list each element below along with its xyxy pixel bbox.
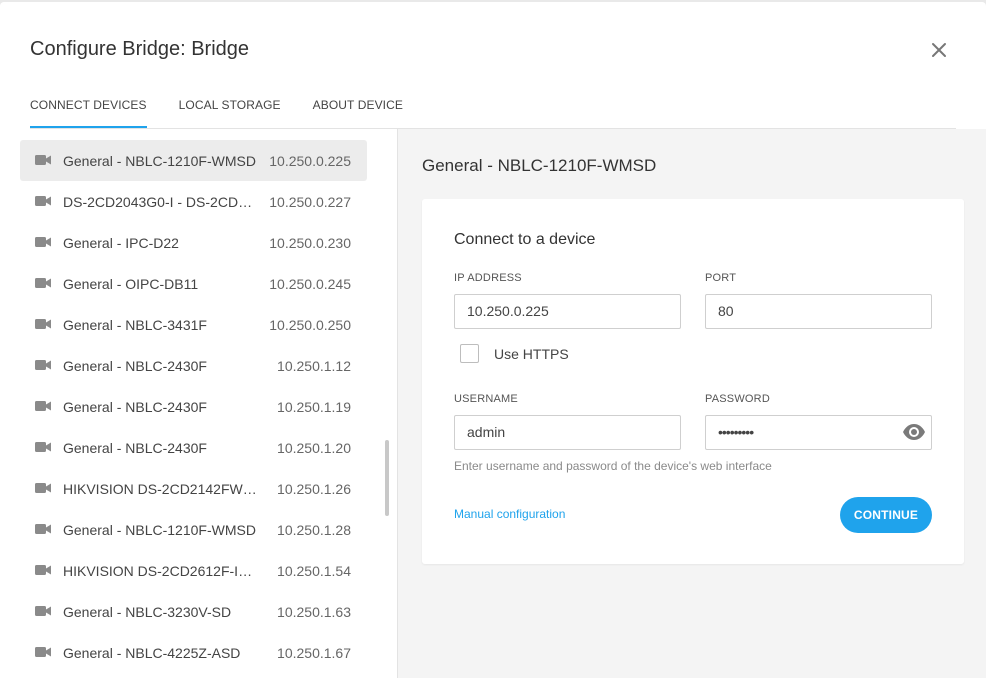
port-field[interactable]: 80 — [705, 294, 932, 329]
device-name: General - NBLC-1210F-WMSD — [63, 152, 256, 169]
device-ip: 10.250.1.26 — [277, 480, 351, 497]
device-list-item[interactable]: HIKVISION DS-2CD2142FWD-… 10.250.1.26 — [20, 468, 367, 509]
username-label: USERNAME — [454, 393, 518, 405]
camera-icon — [35, 319, 51, 329]
use-https-label: Use HTTPS — [494, 346, 569, 362]
port-label: PORT — [705, 272, 737, 284]
tab-bar: CONNECT DEVICES LOCAL STORAGE ABOUT DEVI… — [30, 98, 435, 129]
camera-icon — [35, 155, 51, 165]
device-list-item[interactable]: General - NBLC-2430F 10.250.1.20 — [20, 427, 367, 468]
camera-icon — [35, 524, 51, 534]
tab-about-device[interactable]: ABOUT DEVICE — [313, 98, 403, 129]
camera-icon — [35, 196, 51, 206]
eye-icon[interactable] — [902, 423, 926, 441]
tab-connect-devices[interactable]: CONNECT DEVICES — [30, 98, 147, 129]
device-list-item[interactable]: General - IPC-D22 10.250.0.230 — [20, 222, 367, 263]
camera-icon — [35, 606, 51, 616]
ip-address-label: IP ADDRESS — [454, 272, 522, 284]
card-title: Connect to a device — [454, 231, 596, 248]
device-ip: 10.250.0.227 — [269, 193, 351, 210]
device-name: General - NBLC-3230V-SD — [63, 603, 232, 620]
device-name: General - NBLC-3431F — [63, 316, 207, 333]
device-list-item[interactable]: General - NBLC-2430F 10.250.1.19 — [20, 386, 367, 427]
camera-icon — [35, 237, 51, 247]
device-name: General - NBLC-2430F — [63, 439, 207, 456]
use-https-checkbox[interactable] — [460, 344, 479, 363]
credentials-hint: Enter username and password of the devic… — [454, 459, 772, 473]
device-name: HIKVISION DS-2CD2612F-IS - … — [63, 562, 259, 579]
camera-icon — [35, 401, 51, 411]
device-name: HIKVISION DS-2CD2142FWD-… — [63, 480, 259, 497]
device-ip: 10.250.1.54 — [277, 562, 351, 579]
device-detail-pane: General - NBLC-1210F-WMSD Connect to a d… — [398, 129, 986, 678]
continue-button[interactable]: CONTINUE — [840, 497, 932, 533]
device-name: General - NBLC-1210F-WMSD — [63, 521, 256, 538]
device-list-scrollbar[interactable] — [385, 440, 389, 516]
camera-icon — [35, 278, 51, 288]
device-name: General - NBLC-2430F — [63, 357, 207, 374]
tab-local-storage[interactable]: LOCAL STORAGE — [179, 98, 281, 129]
device-name: General - OIPC-DB11 — [63, 275, 199, 292]
device-list-item[interactable]: General - NBLC-4225Z-ASD 10.250.1.67 — [20, 632, 367, 673]
device-ip: 10.250.0.230 — [269, 234, 351, 251]
device-ip: 10.250.0.245 — [269, 275, 351, 292]
username-field[interactable]: admin — [454, 415, 681, 450]
device-ip: 10.250.1.63 — [277, 603, 351, 620]
dialog-title: Configure Bridge: Bridge — [30, 38, 250, 60]
configure-bridge-dialog: Configure Bridge: Bridge CONNECT DEVICES… — [0, 2, 986, 678]
password-label: PASSWORD — [705, 393, 770, 405]
camera-icon — [35, 647, 51, 657]
camera-icon — [35, 483, 51, 493]
close-button[interactable] — [926, 37, 952, 63]
device-list-item[interactable]: General - NBLC-3230V-SD 10.250.1.63 — [20, 591, 367, 632]
device-name: General - NBLC-2430F — [63, 398, 207, 415]
device-ip: 10.250.1.19 — [277, 398, 351, 415]
detail-title: General - NBLC-1210F-WMSD — [422, 156, 657, 175]
camera-icon — [35, 565, 51, 575]
device-list-item[interactable]: General - NBLC-1210F-WMSD 10.250.1.28 — [20, 509, 367, 550]
device-list-item[interactable]: General - NBLC-2430F 10.250.1.12 — [20, 345, 367, 386]
ip-address-field[interactable]: 10.250.0.225 — [454, 294, 681, 329]
camera-icon — [35, 442, 51, 452]
device-list-item[interactable]: DS-2CD2043G0-I - DS-2CD2… 10.250.0.227 — [20, 181, 367, 222]
device-ip: 10.250.0.250 — [269, 316, 351, 333]
device-ip: 10.250.1.28 — [277, 521, 351, 538]
camera-icon — [35, 360, 51, 370]
device-list: General - NBLC-1210F-WMSD 10.250.0.225 DS-… — [20, 140, 367, 673]
device-list-item[interactable]: HIKVISION DS-2CD2612F-IS - … 10.250.1.54 — [20, 550, 367, 591]
device-list-pane: General - NBLC-1210F-WMSD 10.250.0.225 DS-… — [0, 129, 397, 678]
device-ip: 10.250.1.12 — [277, 357, 351, 374]
device-ip: 10.250.0.225 — [269, 152, 351, 169]
manual-configuration-link[interactable]: Manual configuration — [454, 507, 565, 521]
password-field[interactable]: ••••••••• — [705, 415, 932, 450]
device-list-item[interactable]: General - NBLC-1210F-WMSD 10.250.0.225 — [20, 140, 367, 181]
device-ip: 10.250.1.20 — [277, 439, 351, 456]
device-ip: 10.250.1.67 — [277, 644, 351, 661]
close-icon — [932, 43, 946, 57]
device-name: DS-2CD2043G0-I - DS-2CD2… — [63, 193, 259, 210]
device-list-item[interactable]: General - OIPC-DB11 10.250.0.245 — [20, 263, 367, 304]
connect-card: Connect to a device IP ADDRESS 10.250.0.… — [422, 199, 964, 564]
device-name: General - NBLC-4225Z-ASD — [63, 644, 241, 661]
device-name: General - IPC-D22 — [63, 234, 179, 251]
device-list-item[interactable]: General - NBLC-3431F 10.250.0.250 — [20, 304, 367, 345]
